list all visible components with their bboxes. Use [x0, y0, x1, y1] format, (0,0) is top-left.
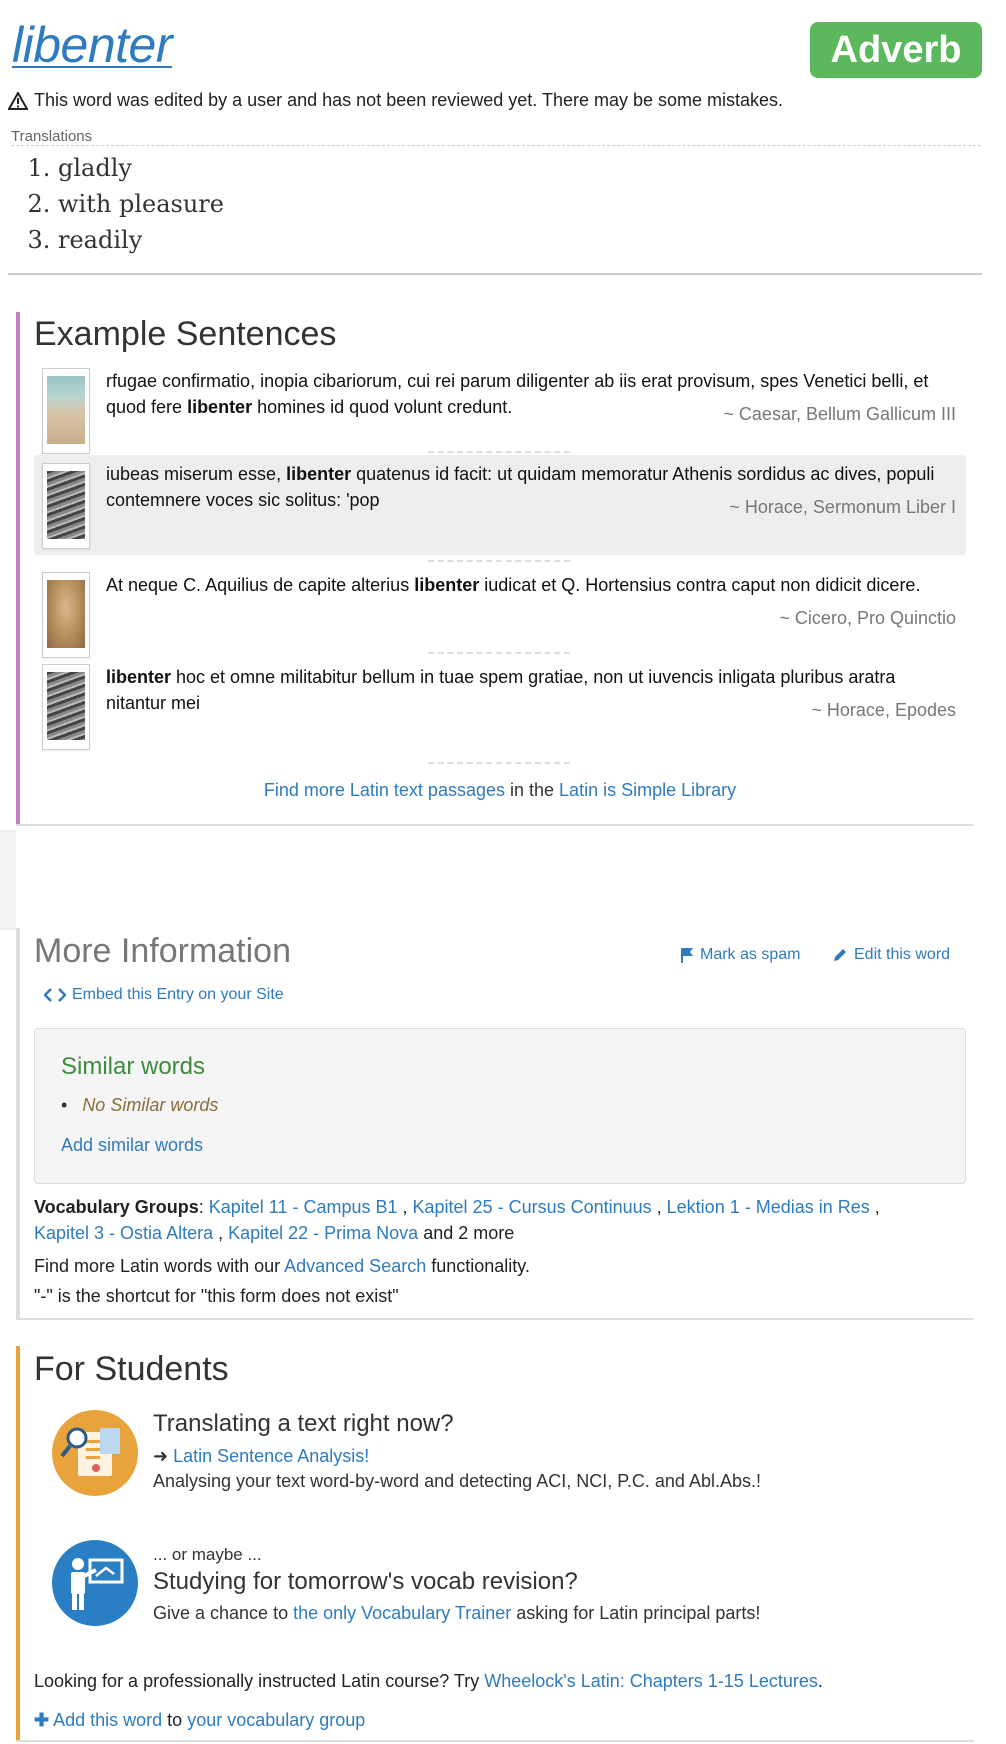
- warning-icon: [8, 91, 28, 110]
- highlighted-word: libenter: [187, 397, 253, 417]
- students-title: For Students: [34, 1350, 229, 1388]
- similar-words-item: • No Similar words: [61, 1095, 219, 1115]
- author-portrait[interactable]: [42, 463, 90, 549]
- students-panel-bar: [16, 1346, 20, 1742]
- vocab-trainer-line: Give a chance to the only Vocabulary Tra…: [153, 1603, 761, 1623]
- example-row: At neque C. Aquilius de capite alterius …: [34, 566, 966, 658]
- example-separator: [428, 652, 570, 654]
- advanced-search-link[interactable]: Advanced Search: [284, 1256, 426, 1276]
- plus-icon[interactable]: ✚: [34, 1710, 49, 1730]
- divider: [8, 273, 982, 275]
- vocab-group-select-link[interactable]: your vocabulary group: [187, 1710, 365, 1730]
- pencil-icon: [834, 949, 846, 961]
- author-portrait[interactable]: [42, 572, 90, 658]
- edit-word-link[interactable]: Edit this word: [832, 946, 950, 964]
- advanced-search-line: Find more Latin words with our Advanced …: [34, 1256, 530, 1276]
- similar-words-title: Similar words: [61, 1053, 206, 1080]
- example-source[interactable]: ~ Horace, Epodes: [811, 700, 956, 721]
- code-icon: [44, 988, 66, 1002]
- or-maybe-text: ... or maybe ...: [153, 1545, 262, 1564]
- shortcut-note: "-" is the shortcut for "this form does …: [34, 1286, 399, 1306]
- add-word-line: ✚ Add this word to your vocabulary group: [34, 1710, 366, 1730]
- vocab-group-link[interactable]: Kapitel 11 - Campus B1: [209, 1197, 398, 1217]
- example-separator: [428, 762, 570, 764]
- translation-item: with pleasure: [58, 186, 224, 222]
- vocab-trainer-link[interactable]: the only Vocabulary Trainer: [293, 1603, 511, 1623]
- vocab-group-link[interactable]: Kapitel 3 - Ostia Altera: [34, 1223, 213, 1243]
- course-link[interactable]: Wheelock's Latin: Chapters 1-15 Lectures: [484, 1671, 818, 1691]
- translations-list: gladly with pleasure readily: [30, 150, 224, 258]
- analysis-description: Analysing your text word-by-word and det…: [153, 1471, 761, 1491]
- translation-item: readily: [58, 222, 224, 258]
- vocab-revision-title: Studying for tomorrow's vocab revision?: [153, 1568, 578, 1595]
- course-line: Looking for a professionally instructed …: [34, 1671, 823, 1691]
- add-similar-words-link[interactable]: Add similar words: [61, 1135, 203, 1156]
- translation-item: gladly: [58, 150, 224, 186]
- embed-link[interactable]: Embed this Entry on your Site: [44, 986, 284, 1004]
- library-line: Find more Latin text passages in the Lat…: [263, 780, 737, 800]
- translations-divider: [11, 145, 981, 146]
- students-panel-border: [16, 1740, 974, 1742]
- vocab-group-link[interactable]: Kapitel 22 - Prima Nova: [228, 1223, 418, 1243]
- mark-spam-link[interactable]: Mark as spam: [680, 946, 800, 964]
- more-info-title: More Information: [34, 932, 291, 970]
- vocabulary-groups: Vocabulary Groups: Kapitel 11 - Campus B…: [34, 1197, 880, 1243]
- teacher-icon: [52, 1540, 138, 1626]
- similar-words-box: Similar words • No Similar words Add sim…: [34, 1028, 966, 1184]
- example-source[interactable]: ~ Caesar, Bellum Gallicum III: [723, 404, 956, 425]
- sentence-analysis-link[interactable]: Latin Sentence Analysis!: [173, 1446, 369, 1466]
- vocab-groups-label: Vocabulary Groups: [34, 1197, 199, 1217]
- highlighted-word: libenter: [286, 464, 352, 484]
- word-title[interactable]: libenter: [12, 16, 173, 74]
- vocab-group-link[interactable]: Lektion 1 - Medias in Res: [667, 1197, 870, 1217]
- author-portrait[interactable]: [42, 368, 90, 454]
- library-link[interactable]: Latin is Simple Library: [559, 780, 736, 800]
- side-shade: [0, 830, 16, 930]
- example-row: iubeas miserum esse, libenter quatenus i…: [34, 455, 966, 555]
- example-source[interactable]: ~ Cicero, Pro Quinctio: [779, 608, 956, 629]
- examples-panel-border: [16, 824, 974, 826]
- vocab-group-link[interactable]: Kapitel 25 - Cursus Continuus: [413, 1197, 652, 1217]
- more-passages-link[interactable]: Find more Latin text passages: [264, 780, 505, 800]
- example-row: libenter hoc et omne militabitur bellum …: [34, 658, 966, 756]
- info-panel-bar: [16, 928, 20, 1320]
- translations-label: Translations: [11, 128, 93, 145]
- arrow-right-icon: ➜: [153, 1446, 169, 1466]
- part-of-speech-badge: Adverb: [810, 22, 982, 78]
- add-word-link[interactable]: Add this word: [53, 1710, 162, 1730]
- warning-text: This word was edited by a user and has n…: [34, 90, 784, 110]
- example-separator: [428, 560, 570, 562]
- review-warning: This word was edited by a user and has n…: [8, 90, 783, 111]
- sentence-analysis-line: ➜ Latin Sentence Analysis!: [153, 1446, 369, 1467]
- example-separator: [428, 451, 570, 453]
- example-source[interactable]: ~ Horace, Sermonum Liber I: [729, 497, 956, 518]
- info-panel-border: [16, 1318, 974, 1320]
- example-sentence: At neque C. Aquilius de capite alterius …: [106, 575, 921, 595]
- highlighted-word: libenter: [106, 667, 172, 687]
- author-portrait[interactable]: [42, 664, 90, 750]
- analysis-icon: [52, 1410, 138, 1496]
- highlighted-word: libenter: [414, 575, 480, 595]
- translating-title: Translating a text right now?: [153, 1410, 454, 1437]
- examples-panel-bar: [16, 312, 20, 826]
- example-row: rfugae confirmatio, inopia cibariorum, c…: [34, 362, 966, 454]
- flag-icon: [681, 948, 693, 963]
- examples-title: Example Sentences: [34, 315, 337, 353]
